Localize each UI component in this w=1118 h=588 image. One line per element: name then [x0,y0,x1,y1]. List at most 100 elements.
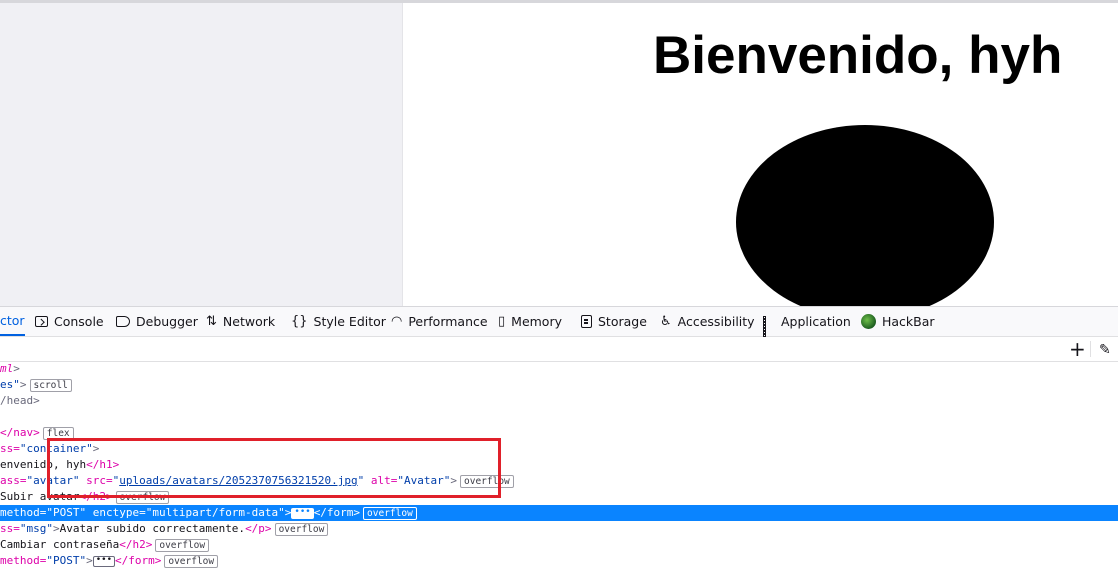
accessibility-icon: ♿ [660,314,672,329]
node-bracket: > [450,474,458,487]
node-bracket: > [53,522,60,535]
application-icon [763,315,775,343]
node-attr-value: "Avatar" [397,474,451,487]
console-icon [35,316,48,327]
network-icon: ⇅ [206,314,217,329]
debugger-icon [116,316,130,327]
tab-console[interactable]: Console [35,307,104,336]
tree-node[interactable]: es"> scroll [0,377,1118,393]
collapsed-children-button[interactable]: ••• [92,555,115,567]
eyedropper-icon[interactable]: ✎ [1099,339,1111,361]
tree-node[interactable]: method="POST"> ••• </form> overflow [0,553,1118,569]
node-attr-value: "POST" [46,506,87,519]
tab-storage[interactable]: Storage [581,307,647,336]
avatar-src-link[interactable]: uploads/avatars/2052370756321520.jpg [119,474,357,487]
tab-inspector[interactable]: ctor [0,307,25,336]
tab-label: Style Editor [313,314,386,329]
tab-network[interactable]: ⇅ Network [206,307,275,336]
overflow-badge[interactable]: overflow [164,554,219,568]
overflow-badge[interactable]: overflow [155,538,210,552]
tab-label: Console [54,314,104,329]
node-closing-tag: </form> [313,506,361,519]
tree-node[interactable]: /head> [0,393,1118,409]
tab-label: Application [781,314,851,329]
flex-badge[interactable]: flex [42,426,74,440]
tab-performance[interactable]: ◠ Performance [391,307,488,336]
devtools-tabbar: ctor Console Debugger ⇅ Network {} Style… [0,307,1118,343]
node-text: envenido, hyh [0,458,87,471]
tree-node[interactable]: Cambiar contraseña</h2> overflow [0,537,1118,553]
node-closing-tag: /head> [0,394,40,407]
avatar-image [736,125,994,306]
node-tag: ml [0,362,14,375]
tree-node[interactable]: ss="msg">Avatar subido correctamente.</p… [0,521,1118,537]
node-attr-name: enctype= [86,506,146,519]
scroll-badge[interactable]: scroll [29,378,72,392]
node-text: Avatar subido correctamente. [59,522,246,535]
node-attr-name: ss= [0,522,20,535]
tab-application[interactable]: Application [763,307,851,343]
tab-accessibility[interactable]: ♿ Accessibility [660,307,755,336]
tree-node[interactable]: </nav> flex [0,425,1118,441]
tree-node[interactable]: ss="container"> [0,441,1118,457]
tree-node[interactable]: envenido, hyh</h1> [0,457,1118,473]
style-editor-icon: {} [291,314,308,329]
node-attr-name: method= [0,506,47,519]
tab-label: ctor [0,313,25,328]
tab-label: Storage [598,314,647,329]
node-bracket: > [92,442,100,455]
overflow-badge[interactable]: overflow [115,490,170,504]
tab-label: Memory [511,314,562,329]
node-closing-tag: </p> [245,522,272,535]
node-closing-tag: </h1> [86,458,120,471]
node-bracket: > [19,378,27,391]
add-node-button[interactable]: + [1069,338,1086,360]
page-title: Bienvenido, hyh [653,26,1063,85]
node-attr-value: "avatar" [26,474,80,487]
node-closing-tag: </h2> [79,490,113,503]
page-viewport: Bienvenido, hyh [0,3,1118,306]
tab-label: Debugger [136,314,198,329]
tree-node[interactable]: ass="avatar" src="uploads/avatars/205237… [0,473,1118,489]
node-bracket: > [13,362,20,375]
node-attr-value: "msg" [19,522,53,535]
hackbar-icon [861,314,876,329]
node-attr-value: "POST" [46,554,87,567]
node-attr-value: es" [0,378,20,391]
node-attr-name: alt= [364,474,398,487]
node-text: Cambiar contraseña [0,538,120,551]
overflow-badge[interactable]: overflow [460,474,514,488]
node-attr-name: ss= [0,442,20,455]
tab-label: Network [222,314,276,329]
node-attr-value: "container" [19,442,93,455]
node-text: Subir avatar [0,490,80,503]
tab-memory[interactable]: ▯ Memory [498,307,562,336]
tree-node[interactable]: ml> [0,361,1118,377]
node-closing-tag: </h2> [119,538,153,551]
performance-icon: ◠ [391,314,403,329]
node-closing-tag: </form> [115,554,162,567]
node-attr-name: src= [79,474,113,487]
overflow-badge[interactable]: overflow [274,522,329,536]
node-attr-name: method= [0,554,47,567]
tree-node-selected[interactable]: method="POST" enctype="multipart/form-da… [0,505,1118,521]
tab-label: Accessibility [677,314,755,329]
overflow-badge[interactable]: overflow [363,506,417,520]
inspector-toolbar: + ✎ [0,337,1118,362]
tree-node[interactable]: Subir avatar</h2> overflow [0,489,1118,505]
node-attr-name: ass= [0,474,27,487]
storage-icon [581,315,592,328]
node-tag: </nav> [0,426,40,439]
tab-label: HackBar [882,314,935,329]
memory-icon: ▯ [498,314,506,329]
node-attr-value: "multipart/form-data" [145,506,285,519]
tab-debugger[interactable]: Debugger [116,307,198,336]
toolbar-separator [1090,341,1091,357]
collapsed-children-button[interactable]: ••• [291,507,314,519]
viewport-content: Bienvenido, hyh [403,3,1118,306]
node-bracket: > [284,506,292,519]
node-bracket: > [86,554,93,567]
tab-style-editor[interactable]: {} Style Editor [291,307,386,336]
viewport-left-pane [0,3,403,306]
tab-hackbar[interactable]: HackBar [861,307,935,336]
